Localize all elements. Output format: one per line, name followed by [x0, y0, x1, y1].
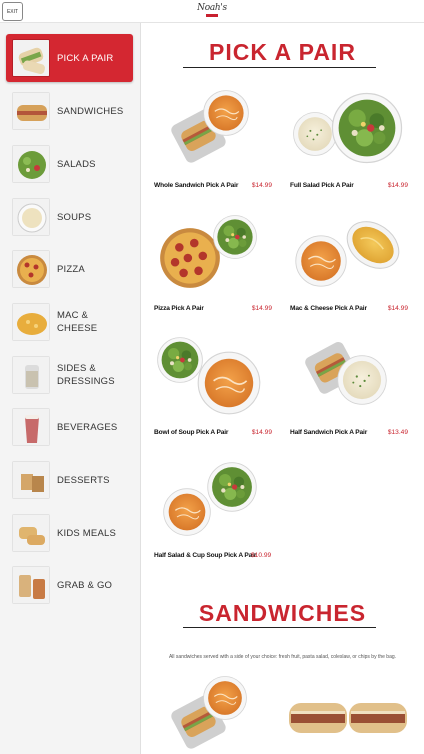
sides-thumb [12, 356, 50, 394]
dessert-thumb [12, 461, 50, 499]
product-card-bowl-of-soup-pick-a-pair[interactable]: Bowl of Soup Pick A Pair $14.99 [154, 324, 274, 436]
pizza-and-salad-image [160, 215, 257, 288]
sidebar-item-label: SANDWICHES [57, 105, 124, 117]
product-price: $14.99 [387, 305, 408, 312]
product-name: Mac & Cheese Pick A Pair [290, 305, 367, 312]
title-underline [183, 67, 376, 68]
sidebar-item-label: SALADS [57, 158, 96, 170]
sidebar-item-label: GRAB & GO [57, 579, 113, 591]
wrap-sandwich-thumb [12, 39, 50, 77]
sandwich-thumb [12, 92, 50, 130]
brand-logo: Noah's [197, 3, 227, 19]
soup-and-salad-image [293, 92, 403, 164]
product-card-half-sandwich-pick-a-pair[interactable]: Half Sandwich Pick A Pair $13.49 [290, 324, 410, 436]
logo-bar [206, 14, 218, 17]
product-price: $14.99 [251, 182, 272, 189]
sandwich-and-soup-image [169, 89, 249, 165]
top-bar: EXIT Noah's [0, 0, 424, 23]
product-name: Half Salad & Cup Soup Pick A Pair [154, 552, 257, 559]
product-card-whole-sandwich-pick-a-pair[interactable]: Whole Sandwich Pick A Pair $14.99 [154, 77, 274, 189]
mac-cheese-thumb [12, 303, 50, 341]
sidebar-item-beverages[interactable]: BEVERAGES [6, 403, 133, 451]
product-card-mac-cheese-pick-a-pair[interactable]: Mac & Cheese Pick A Pair $14.99 [290, 200, 410, 312]
grab-go-thumb [12, 566, 50, 604]
exit-button[interactable]: EXIT [2, 2, 23, 21]
product-name: Bowl of Soup Pick A Pair [154, 429, 229, 436]
logo-text: Noah's [197, 3, 227, 13]
sandwich-and-soup-image [169, 675, 248, 751]
sidebar-item-grab-go[interactable]: GRAB & GO [6, 561, 133, 609]
beverage-icon [12, 408, 50, 446]
sidebar-item-label: DESSERTS [57, 474, 110, 486]
sidebar-item-mac-cheese[interactable]: MAC & CHEESE [6, 298, 133, 346]
sidebar-item-label: SOUPS [57, 211, 92, 223]
product-card-full-salad-pick-a-pair[interactable]: Full Salad Pick A Pair $14.99 [290, 77, 410, 189]
product-price: $14.99 [387, 182, 408, 189]
product-price: $14.99 [251, 429, 272, 436]
product-price: $10.99 [251, 552, 272, 559]
sandwiches-note: All sandwiches served with a side of you… [168, 654, 397, 660]
product-card-sandwich-preview-2[interactable] [287, 683, 407, 754]
product-name: Half Sandwich Pick A Pair [290, 429, 368, 436]
sidebar-item-pizza[interactable]: PIZZA [6, 245, 133, 293]
product-name: Pizza Pick A Pair [154, 305, 204, 312]
cup-soup-and-salad-image [163, 462, 257, 536]
product-card-half-salad-cup-soup-pick-a-pair[interactable]: Half Salad & Cup Soup Pick A Pair $10.99 [154, 447, 274, 559]
sidebar-item-label: PICK A PAIR [57, 52, 114, 64]
product-price: $13.49 [387, 429, 408, 436]
half-sandwich-and-soup-image [303, 339, 387, 405]
sandwich-image [289, 703, 407, 733]
sidebar-item-desserts[interactable]: DESSERTS [6, 456, 133, 504]
section-title-sandwiches: SANDWICHES [198, 600, 367, 626]
sidebar-item-label: SIDES & DRESSINGS [57, 363, 115, 387]
sidebar-item-sandwiches[interactable]: SANDWICHES [6, 87, 133, 135]
sidebar-item-soups[interactable]: SOUPS [6, 193, 133, 241]
title-underline [183, 627, 376, 628]
sidebar-item-kids-meals[interactable]: KIDS MEALS [6, 509, 133, 557]
soup-and-mac-image [295, 214, 404, 287]
product-price: $14.99 [251, 305, 272, 312]
product-card-sandwich-preview-1[interactable] [154, 667, 274, 754]
sidebar-item-label: MAC & CHEESE [57, 310, 98, 334]
sidebar-item-label: BEVERAGES [57, 421, 118, 433]
category-sidebar: PICK A PAIR SANDWICHES SALADS SOUPS PIZZ… [0, 23, 141, 754]
sidebar-item-label: KIDS MEALS [57, 527, 117, 539]
product-name: Full Salad Pick A Pair [290, 182, 354, 189]
product-name: Whole Sandwich Pick A Pair [154, 182, 239, 189]
menu-content: PICK A PAIR Whole Sandwich Pick A Pair $… [141, 23, 424, 754]
salad-and-soup-image [157, 337, 261, 415]
sidebar-item-label: PIZZA [57, 263, 85, 275]
sidebar-item-pick-a-pair[interactable]: PICK A PAIR [6, 34, 133, 82]
pizza-thumb [12, 250, 50, 288]
sidebar-item-salads[interactable]: SALADS [6, 140, 133, 188]
sidebar-item-sides-dressings[interactable]: SIDES & DRESSINGS [6, 351, 133, 399]
section-title-pick-a-pair: PICK A PAIR [209, 39, 356, 65]
kids-meal-thumb [12, 514, 50, 552]
product-card-pizza-pick-a-pair[interactable]: Pizza Pick A Pair $14.99 [154, 200, 274, 312]
salad-thumb [12, 145, 50, 183]
soup-thumb [12, 198, 50, 236]
